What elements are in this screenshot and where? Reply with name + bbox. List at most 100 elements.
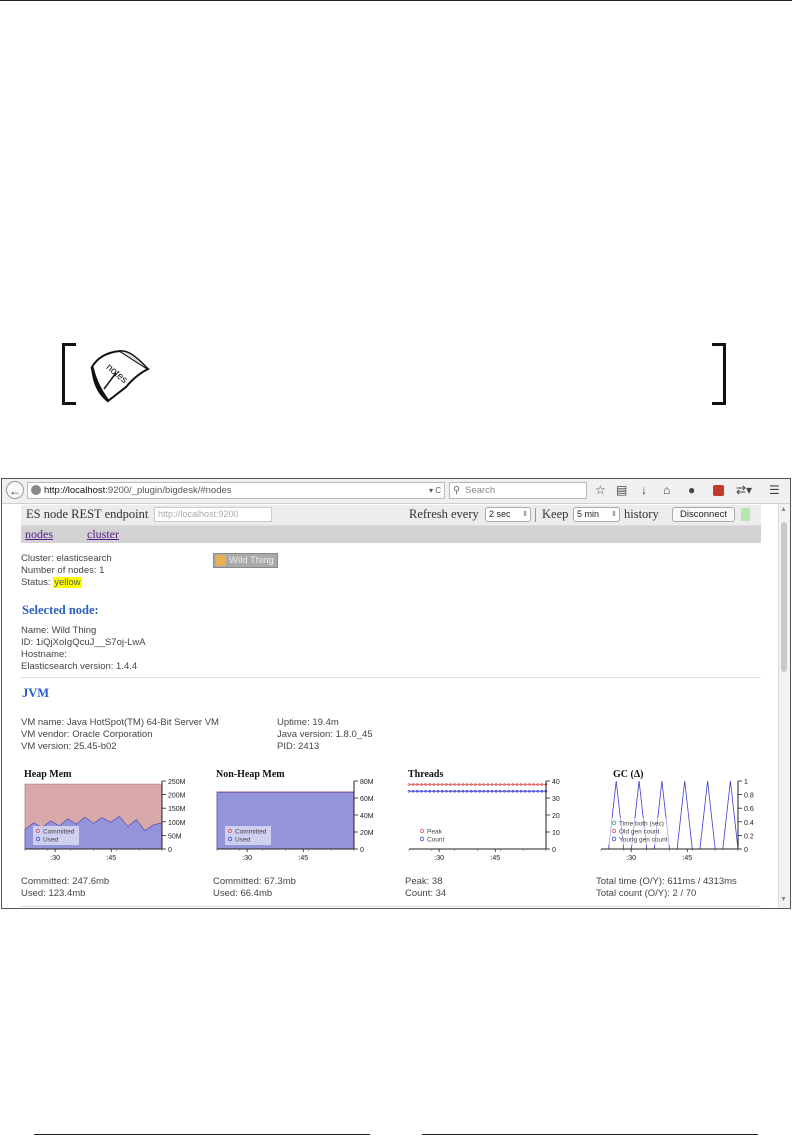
scroll-up-icon[interactable]: ▲ <box>780 506 787 513</box>
nonheap-used: Used: 66.4mb <box>213 888 273 899</box>
node-name: Name: Wild Thing <box>21 625 97 636</box>
history-label: history <box>624 507 659 521</box>
heap-chart: 0 50M 100M 150M 200M 250M:30:45 CommittedUsed <box>24 779 186 862</box>
notes-icon: notes <box>90 349 151 403</box>
node-button-wild-thing[interactable]: Wild Thing <box>213 553 278 568</box>
endpoint-label: ES node REST endpoint <box>26 507 149 521</box>
threads-x-tick-label: :30 <box>434 855 444 862</box>
gc-total-count: Total count (O/Y): 2 / 70 <box>596 888 697 899</box>
scroll-thumb[interactable] <box>781 522 787 672</box>
nonheap-y-tick-label: 40M <box>360 813 374 820</box>
threads-y-tick-label: 40 <box>552 779 560 786</box>
section-divider <box>21 677 761 678</box>
heap-x-tick-label: :30 <box>50 855 60 862</box>
status-label: Status: <box>21 577 54 588</box>
keep-select[interactable]: 5 min ⇕ <box>573 507 620 522</box>
search-icon: ⚲ <box>453 485 460 496</box>
nonheap-legend-label: Committed <box>235 829 267 836</box>
heap-y-tick-label: 50M <box>168 833 182 840</box>
gc-legend-label: Young gen count <box>619 837 668 844</box>
nonheap-x-tick-label: :30 <box>242 855 252 862</box>
connection-indicator <box>741 508 750 521</box>
jvm-java-version: Java version: 1.8.0_45 <box>277 729 373 740</box>
jvm-uptime: Uptime: 19.4m <box>277 717 339 728</box>
threads-y-tick-label: 0 <box>552 847 556 854</box>
scroll-down-icon[interactable]: ▼ <box>780 896 787 903</box>
heap-y-tick-label: 200M <box>168 793 186 800</box>
heap-y-tick-label: 250M <box>168 779 186 786</box>
reload-icon[interactable]: ▾ C <box>429 483 441 498</box>
refresh-select[interactable]: 2 sec ⇕ <box>485 507 531 522</box>
jvm-vm-name: VM name: Java HotSpot(TM) 64-Bit Server … <box>21 717 219 728</box>
heap-legend-label: Used <box>43 837 59 844</box>
threads-legend-label: Peak <box>427 829 443 836</box>
jvm-heading: JVM <box>22 686 50 700</box>
footer-rule-right <box>422 1134 758 1135</box>
node-avatar-icon <box>216 555 226 566</box>
globe-icon <box>31 485 41 495</box>
heap-y-tick-label: 150M <box>168 806 186 813</box>
node-id: ID: 1iQjXoIgQcuJ__S7oj-LwA <box>21 637 146 648</box>
keep-value: 5 min <box>577 509 600 519</box>
hamburger-menu-icon[interactable]: ☰ <box>769 483 780 497</box>
gc-y-tick-label: 0.8 <box>744 793 754 800</box>
url-text: http://localhost:9200/_plugin/bigdesk/#n… <box>44 485 232 496</box>
back-arrow-icon[interactable]: ← <box>6 481 24 499</box>
cluster-node-count: Number of nodes: 1 <box>21 565 105 576</box>
jvm-pid: PID: 2413 <box>277 741 320 752</box>
url-bar[interactable]: http://localhost:9200/_plugin/bigdesk/#n… <box>27 482 445 499</box>
threads-y-tick-label: 20 <box>552 813 560 820</box>
cluster-name: Cluster: elasticsearch <box>21 553 112 564</box>
nav-bar: nodes cluster <box>21 526 761 543</box>
footer-rule-left <box>34 1134 370 1135</box>
download-icon[interactable]: ↓ <box>641 483 647 497</box>
search-bar[interactable]: ⚲ Search <box>449 482 587 499</box>
nonheap-legend-label: Used <box>235 837 251 844</box>
threads-x-tick-label: :45 <box>490 855 500 862</box>
gc-x-tick-label: :30 <box>626 855 636 862</box>
nonheap-y-tick-label: 20M <box>360 830 374 837</box>
threads-legend-label: Count <box>427 837 445 844</box>
browser-toolbar: ← http://localhost:9200/_plugin/bigdesk/… <box>2 479 790 504</box>
browser-screenshot: ← http://localhost:9200/_plugin/bigdesk/… <box>1 478 791 909</box>
jvm-vm-version: VM version: 25.45-b02 <box>21 741 117 752</box>
heap-legend-label: Committed <box>43 829 75 836</box>
note-bracket-right <box>712 343 726 405</box>
bookmark-star-icon[interactable]: ☆ <box>595 483 606 497</box>
gc-legend-label: Old gen count <box>619 829 660 836</box>
gc-y-tick-label: 0.6 <box>744 806 754 813</box>
nav-link-nodes[interactable]: nodes <box>25 527 53 542</box>
heap-y-tick-label: 100M <box>168 820 186 827</box>
addon-icon[interactable] <box>713 485 724 496</box>
reading-list-icon[interactable]: ▤ <box>616 483 627 497</box>
keep-label: Keep <box>542 507 569 521</box>
page-scrollbar[interactable]: ▲ ▼ <box>778 504 790 908</box>
spinner-icon: ⇕ <box>611 511 617 518</box>
gc-y-tick-label: 0 <box>744 847 748 854</box>
threads-count: Count: 34 <box>405 888 447 899</box>
jvm-vm-vendor: VM vendor: Oracle Corporation <box>21 729 153 740</box>
extension-menu-icon[interactable]: ⇄▾ <box>736 483 752 497</box>
heap-y-tick-label: 0 <box>168 847 172 854</box>
gc-total-time: Total time (O/Y): 611ms / 4313ms <box>596 876 737 887</box>
cluster-status: Status: yellow <box>21 577 82 588</box>
nav-link-cluster[interactable]: cluster <box>87 527 119 542</box>
gc-legend-label: Time both (sec) <box>619 821 664 828</box>
gc-x-tick-label: :45 <box>682 855 692 862</box>
note-bracket-left <box>62 343 76 405</box>
refresh-value: 2 sec <box>489 509 511 519</box>
home-icon[interactable]: ⌂ <box>663 483 670 497</box>
gc-chart: 0 0.2 0.4 0.6 0.8 1:30:45 Time both (sec)Old g… <box>600 779 754 862</box>
endpoint-input[interactable]: http://localhost:9200 <box>154 507 272 522</box>
refresh-label: Refresh every <box>409 507 479 521</box>
search-placeholder: Search <box>465 485 496 496</box>
chat-icon[interactable]: ● <box>688 483 695 497</box>
nonheap-y-tick-label: 0 <box>360 847 364 854</box>
heap-used: Used: 123.4mb <box>21 888 86 899</box>
threads-peak: Peak: 38 <box>405 876 443 887</box>
spinner-icon: ⇕ <box>522 511 528 518</box>
status-badge: yellow <box>53 577 82 588</box>
selected-node-heading: Selected node: <box>22 603 99 617</box>
nonheap-y-tick-label: 60M <box>360 796 374 803</box>
disconnect-button[interactable]: Disconnect <box>672 507 735 522</box>
